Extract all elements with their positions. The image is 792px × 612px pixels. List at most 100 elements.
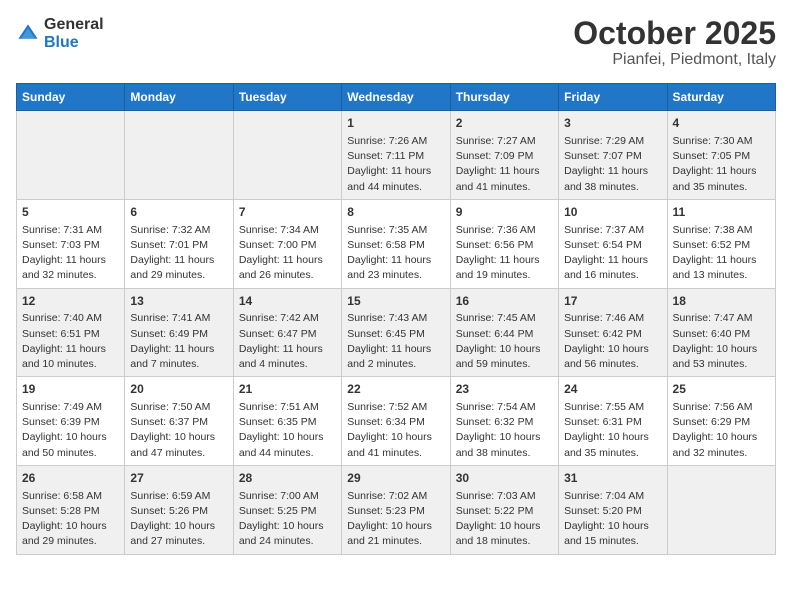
sunrise-text: Sunrise: 7:31 AM: [22, 223, 119, 238]
day-header-friday: Friday: [559, 84, 667, 111]
daylight-text: Daylight: 11 hours: [673, 253, 770, 268]
sunset-text: Sunset: 5:25 PM: [239, 504, 336, 519]
daylight-text-cont: and 44 minutes.: [239, 446, 336, 461]
daylight-text: Daylight: 10 hours: [347, 430, 444, 445]
sunset-text: Sunset: 6:35 PM: [239, 415, 336, 430]
daylight-text: Daylight: 11 hours: [564, 253, 661, 268]
daylight-text: Daylight: 10 hours: [130, 519, 227, 534]
daylight-text: Daylight: 10 hours: [456, 342, 553, 357]
cell-info: Sunrise: 7:34 AMSunset: 7:00 PMDaylight:…: [239, 223, 336, 284]
calendar-cell: 15Sunrise: 7:43 AMSunset: 6:45 PMDayligh…: [342, 288, 450, 377]
daylight-text-cont: and 29 minutes.: [22, 534, 119, 549]
header-row: SundayMondayTuesdayWednesdayThursdayFrid…: [17, 84, 776, 111]
cell-info: Sunrise: 7:50 AMSunset: 6:37 PMDaylight:…: [130, 400, 227, 461]
week-row-5: 26 Sunrise: 6:58 AMSunset: 5:28 PMDayligh…: [17, 465, 776, 554]
calendar-cell: 2Sunrise: 7:27 AMSunset: 7:09 PMDaylight…: [450, 111, 558, 200]
daylight-text: Daylight: 10 hours: [22, 430, 119, 445]
calendar-cell: 22 Sunrise: 7:52 AMSunset: 6:34 PMDayligh…: [342, 377, 450, 466]
calendar-cell: [233, 111, 341, 200]
cell-info: Sunrise: 7:32 AMSunset: 7:01 PMDaylight:…: [130, 223, 227, 284]
calendar-cell: 17Sunrise: 7:46 AMSunset: 6:42 PMDayligh…: [559, 288, 667, 377]
daylight-text-cont: and 27 minutes.: [130, 534, 227, 549]
calendar-cell: 19Sunrise: 7:49 AMSunset: 6:39 PMDayligh…: [17, 377, 125, 466]
logo-icon: [16, 22, 40, 46]
daylight-text-cont: and 41 minutes.: [347, 446, 444, 461]
daylight-text: Daylight: 10 hours: [673, 430, 770, 445]
cell-info: Sunrise: 7:52 AMSunset: 6:34 PMDaylight:…: [347, 400, 444, 461]
daylight-text: Daylight: 11 hours: [130, 342, 227, 357]
sunset-text: Sunset: 6:29 PM: [673, 415, 770, 430]
cell-info: Sunrise: 7:00 AMSunset: 5:25 PMDaylight:…: [239, 489, 336, 550]
calendar-cell: 9Sunrise: 7:36 AMSunset: 6:56 PMDaylight…: [450, 199, 558, 288]
sunrise-text: Sunrise: 7:27 AM: [456, 134, 553, 149]
day-number: 24: [564, 381, 661, 398]
sunrise-text: Sunrise: 7:03 AM: [456, 489, 553, 504]
daylight-text: Daylight: 10 hours: [22, 519, 119, 534]
day-header-wednesday: Wednesday: [342, 84, 450, 111]
calendar-cell: 28Sunrise: 7:00 AMSunset: 5:25 PMDayligh…: [233, 465, 341, 554]
sunset-text: Sunset: 5:23 PM: [347, 504, 444, 519]
cell-info: Sunrise: 7:03 AMSunset: 5:22 PMDaylight:…: [456, 489, 553, 550]
sunrise-text: Sunrise: 7:29 AM: [564, 134, 661, 149]
sunrise-text: Sunrise: 7:40 AM: [22, 311, 119, 326]
week-row-4: 19Sunrise: 7:49 AMSunset: 6:39 PMDayligh…: [17, 377, 776, 466]
day-number: 5: [22, 204, 119, 221]
cell-info: Sunrise: 7:02 AMSunset: 5:23 PMDaylight:…: [347, 489, 444, 550]
daylight-text-cont: and 59 minutes.: [456, 357, 553, 372]
sunset-text: Sunset: 6:39 PM: [22, 415, 119, 430]
day-number: 22: [347, 381, 444, 398]
calendar-cell: 8Sunrise: 7:35 AMSunset: 6:58 PMDaylight…: [342, 199, 450, 288]
sunrise-text: Sunrise: 7:36 AM: [456, 223, 553, 238]
sunrise-text: Sunrise: 7:46 AM: [564, 311, 661, 326]
calendar-cell: 1Sunrise: 7:26 AMSunset: 7:11 PMDaylight…: [342, 111, 450, 200]
daylight-text: Daylight: 11 hours: [347, 342, 444, 357]
daylight-text-cont: and 23 minutes.: [347, 268, 444, 283]
daylight-text-cont: and 7 minutes.: [130, 357, 227, 372]
calendar-cell: 29Sunrise: 7:02 AMSunset: 5:23 PMDayligh…: [342, 465, 450, 554]
sunset-text: Sunset: 7:05 PM: [673, 149, 770, 164]
sunrise-text: Sunrise: 6:59 AM: [130, 489, 227, 504]
day-number: 26: [22, 470, 119, 487]
calendar-cell: 23Sunrise: 7:54 AMSunset: 6:32 PMDayligh…: [450, 377, 558, 466]
cell-info: Sunrise: 7:36 AMSunset: 6:56 PMDaylight:…: [456, 223, 553, 284]
calendar-cell: 20Sunrise: 7:50 AMSunset: 6:37 PMDayligh…: [125, 377, 233, 466]
daylight-text-cont: and 15 minutes.: [564, 534, 661, 549]
sunset-text: Sunset: 6:49 PM: [130, 327, 227, 342]
sunset-text: Sunset: 7:07 PM: [564, 149, 661, 164]
sunrise-text: Sunrise: 7:50 AM: [130, 400, 227, 415]
sunrise-text: Sunrise: 7:00 AM: [239, 489, 336, 504]
daylight-text: Daylight: 11 hours: [239, 253, 336, 268]
calendar-cell: 7Sunrise: 7:34 AMSunset: 7:00 PMDaylight…: [233, 199, 341, 288]
daylight-text: Daylight: 11 hours: [673, 164, 770, 179]
day-number: 4: [673, 115, 770, 132]
calendar-cell: 24Sunrise: 7:55 AMSunset: 6:31 PMDayligh…: [559, 377, 667, 466]
sunset-text: Sunset: 6:47 PM: [239, 327, 336, 342]
calendar-subtitle: Pianfei, Piedmont, Italy: [573, 51, 776, 69]
sunset-text: Sunset: 6:34 PM: [347, 415, 444, 430]
sunrise-text: Sunrise: 7:30 AM: [673, 134, 770, 149]
daylight-text: Daylight: 11 hours: [130, 253, 227, 268]
daylight-text: Daylight: 10 hours: [564, 430, 661, 445]
day-number: 16: [456, 293, 553, 310]
cell-info: Sunrise: 7:51 AMSunset: 6:35 PMDaylight:…: [239, 400, 336, 461]
daylight-text: Daylight: 10 hours: [564, 342, 661, 357]
sunset-text: Sunset: 6:31 PM: [564, 415, 661, 430]
day-header-thursday: Thursday: [450, 84, 558, 111]
day-header-tuesday: Tuesday: [233, 84, 341, 111]
cell-info: Sunrise: 6:58 AMSunset: 5:28 PMDaylight:…: [22, 489, 119, 550]
sunset-text: Sunset: 6:52 PM: [673, 238, 770, 253]
day-number: 10: [564, 204, 661, 221]
cell-info: Sunrise: 7:47 AMSunset: 6:40 PMDaylight:…: [673, 311, 770, 372]
sunrise-text: Sunrise: 7:26 AM: [347, 134, 444, 149]
sunset-text: Sunset: 6:51 PM: [22, 327, 119, 342]
daylight-text: Daylight: 10 hours: [564, 519, 661, 534]
daylight-text-cont: and 35 minutes.: [673, 180, 770, 195]
sunset-text: Sunset: 5:20 PM: [564, 504, 661, 519]
sunset-text: Sunset: 6:32 PM: [456, 415, 553, 430]
calendar-cell: 4 Sunrise: 7:30 AMSunset: 7:05 PMDaylight…: [667, 111, 775, 200]
sunrise-text: Sunrise: 7:54 AM: [456, 400, 553, 415]
calendar-cell: 10Sunrise: 7:37 AMSunset: 6:54 PMDayligh…: [559, 199, 667, 288]
sunset-text: Sunset: 7:09 PM: [456, 149, 553, 164]
cell-info: Sunrise: 7:31 AMSunset: 7:03 PMDaylight:…: [22, 223, 119, 284]
day-number: 25: [673, 381, 770, 398]
